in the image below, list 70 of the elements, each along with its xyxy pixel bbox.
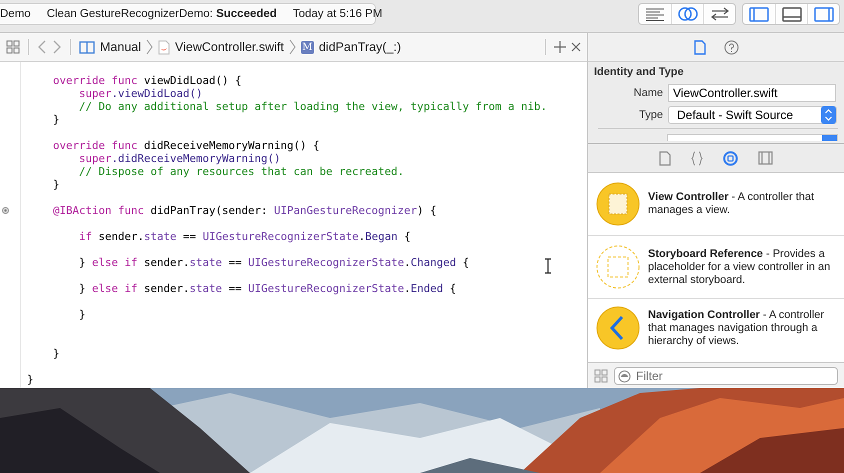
library-item[interactable]: Navigation Controller - A controller that manages navigation through a hierarchy of views. [588, 299, 844, 357]
breadcrumb-item[interactable]: ViewController.swift [175, 40, 284, 54]
code-line: } else if sender.state == UIGestureRecognizerState.Ended { [78, 282, 456, 295]
code-line: // Dispose of any resources that can be recreated. [78, 165, 404, 178]
code-line: // Do any additional setup after loading the view, typically from a nib. [78, 100, 548, 113]
grid-icon[interactable] [594, 368, 608, 382]
code-line: } [52, 347, 60, 360]
back-icon[interactable] [37, 40, 47, 54]
object-icon [723, 150, 738, 166]
scheme-name: Demo [0, 8, 31, 20]
code-line: } [27, 373, 34, 386]
build-time: Today at 5:16 PM [292, 8, 382, 20]
library-item-description: View Controller - A controller that manages a view. [648, 191, 816, 217]
file-library-tab[interactable] [657, 148, 673, 168]
grid-icon[interactable] [6, 40, 20, 54]
braces-icon [691, 150, 703, 166]
code-line: } [78, 308, 86, 321]
breadcrumb-item[interactable]: Manual [100, 40, 141, 54]
code-line: super.didReceiveMemoryWarning() [78, 152, 281, 165]
swift-file-icon [158, 40, 170, 54]
code-line: } else if sender.state == UIGestureRecognizerState.Changed { [78, 256, 470, 269]
chevron-icon [288, 39, 296, 55]
method-badge: M [300, 40, 314, 54]
help-icon [724, 40, 738, 54]
library-item[interactable]: Storyboard Reference - Provides a placeholder for a view controller in an external storyboard. [588, 236, 844, 299]
columns-icon [79, 40, 95, 54]
library-item-description: Navigation Controller - A controller that manages navigation through a hierarchy of views. [648, 308, 826, 348]
back-chevron-icon [596, 306, 640, 350]
object-library-tab[interactable] [721, 148, 740, 168]
dropdown[interactable] [667, 134, 838, 141]
overlapping-circles-icon [676, 6, 698, 22]
view-controller-icon [596, 182, 640, 226]
library-item[interactable]: View Controller - A controller that manages a view. [588, 173, 844, 236]
code-line: super.viewDidLoad() [78, 87, 203, 100]
panel-layout-icon [782, 6, 802, 22]
stepper-icon [822, 135, 837, 141]
code-line: if sender.state == UIGestureRecognizerState.Began { [78, 230, 411, 243]
braces-library-tab[interactable] [689, 148, 705, 168]
section-title: Identity and Type [594, 66, 685, 78]
filter-field[interactable]: Filter [614, 366, 838, 384]
type-dropdown[interactable]: Default - Swift Source [668, 106, 837, 124]
add-icon[interactable] [554, 41, 566, 53]
code-line: } [52, 113, 60, 126]
file-inspector-tab[interactable] [692, 38, 708, 56]
code-line: } [52, 178, 60, 191]
code-line: @IBAction func didPanTray(sender: UIPanGestureRecognizer) { [52, 204, 437, 217]
field-label: Type [638, 109, 663, 121]
text-cursor-icon [544, 258, 552, 274]
stepper-icon [821, 106, 836, 124]
swap-arrows-icon [708, 7, 730, 21]
close-icon[interactable] [571, 42, 581, 52]
chevron-icon [146, 39, 153, 55]
document-icon [659, 150, 671, 166]
name-field[interactable]: ViewController.swift [668, 84, 836, 102]
lines-icon [645, 7, 665, 21]
media-library-tab[interactable] [756, 149, 775, 167]
code-line: override func didReceiveMemoryWarning() { [52, 139, 320, 152]
forward-icon[interactable] [52, 40, 62, 54]
panel-layout-icon [749, 6, 769, 22]
build-status: Clean GestureRecognizerDemo: Succeeded [46, 8, 277, 20]
filter-icon [618, 370, 631, 382]
document-icon [694, 40, 706, 54]
help-inspector-tab[interactable] [722, 38, 740, 56]
field-label: Name [632, 87, 663, 99]
breadcrumb-item[interactable]: didPanTray(_:) [318, 40, 402, 54]
panel-layout-icon [814, 6, 834, 22]
library-item-description: Storyboard Reference - Provides a placeholder for a view controller in an external storyboard. [648, 248, 832, 286]
code-editor[interactable] [0, 62, 587, 388]
film-strip-icon [758, 151, 773, 165]
code-line: override func viewDidLoad() { [52, 74, 242, 87]
